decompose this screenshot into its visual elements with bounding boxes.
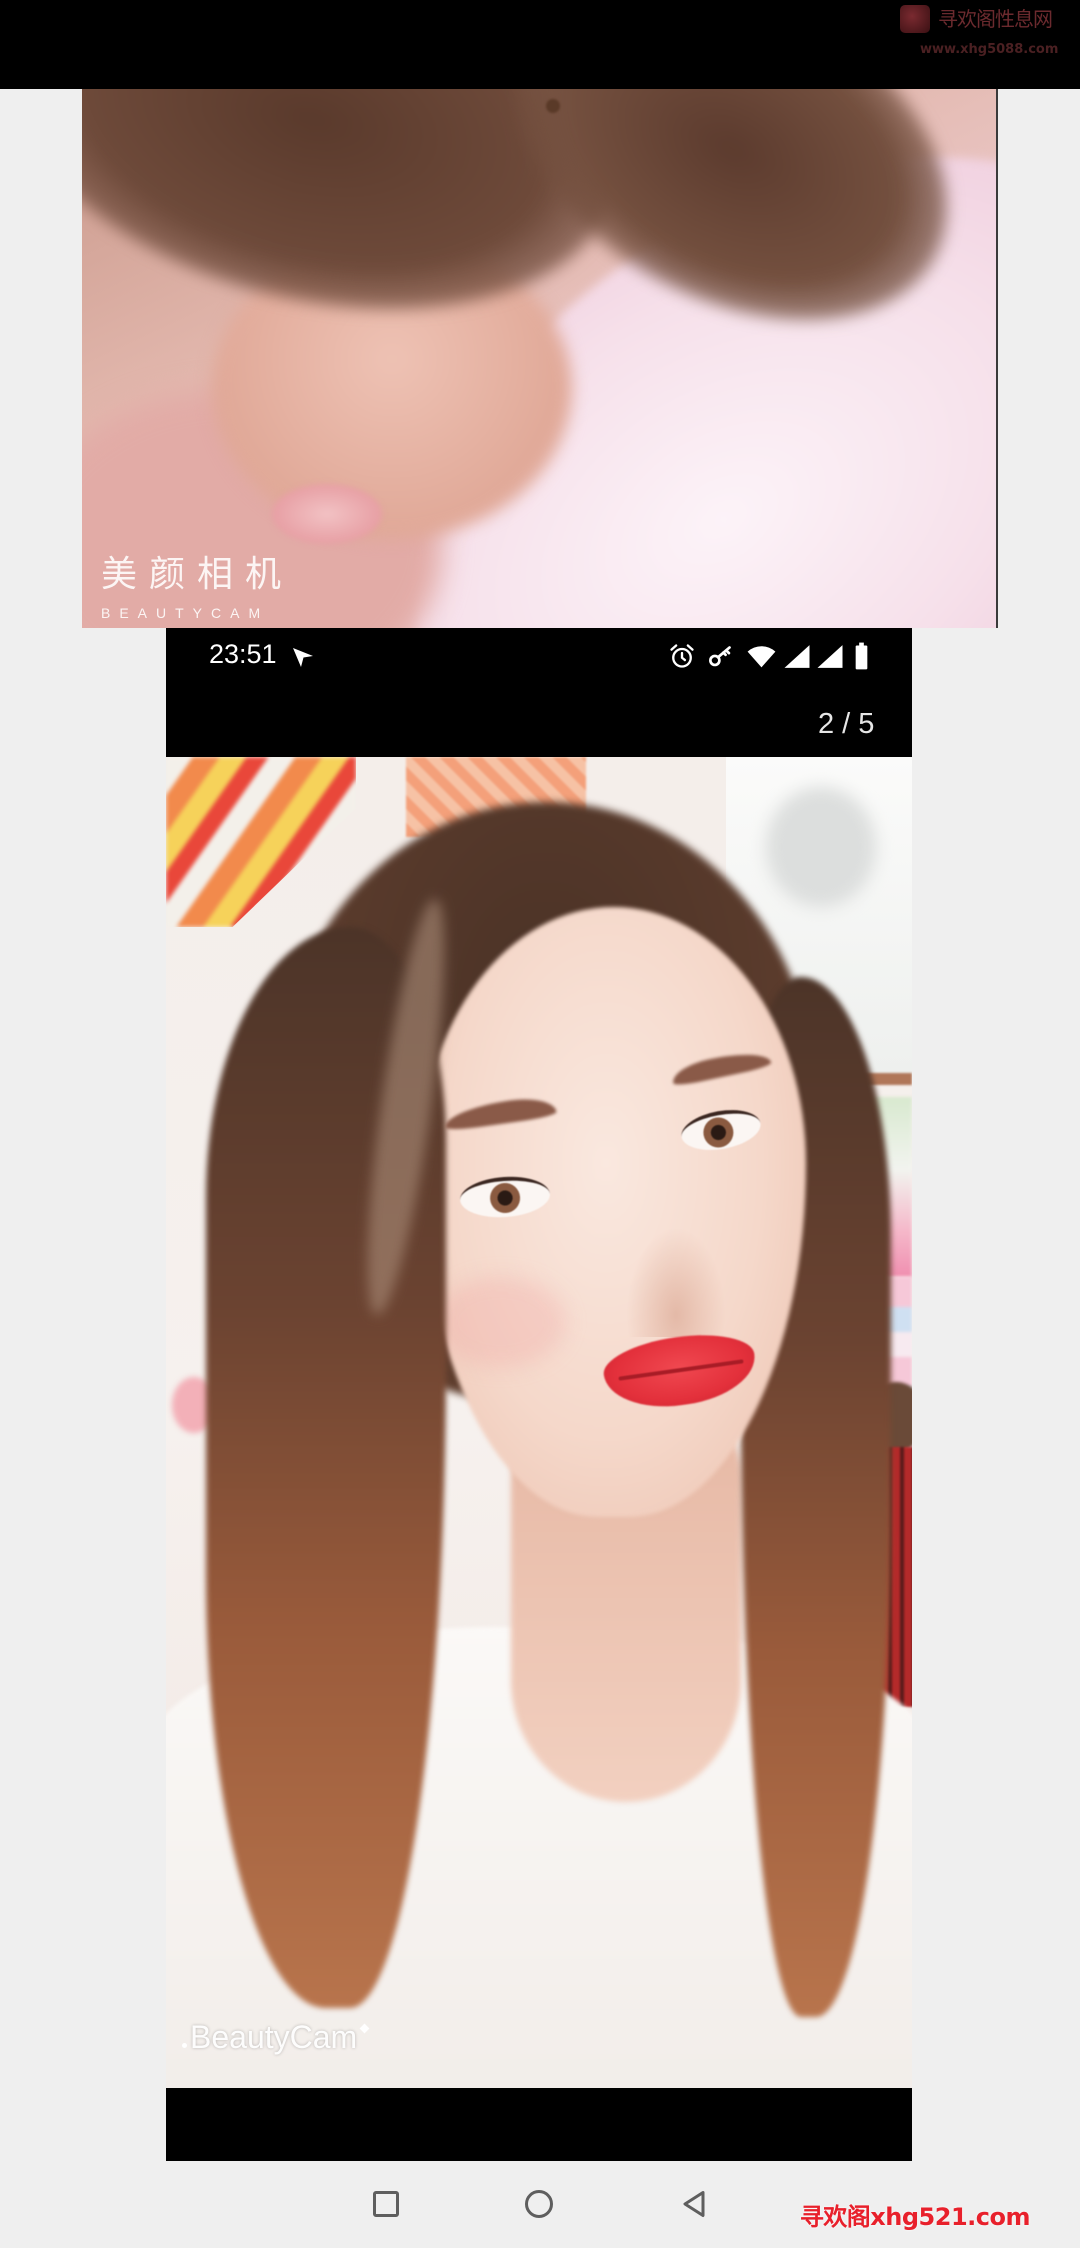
site-logo-icon — [900, 5, 930, 33]
top-photo: 美颜相机 BEAUTYCAM — [82, 89, 998, 628]
selfie-photo: BeautyCam — [166, 757, 912, 2088]
top-bar: 寻欢阁性息网 www.xhg5088.com — [0, 0, 1080, 89]
wifi-icon — [747, 644, 776, 669]
beautycam-watermark: BeautyCam — [182, 2019, 368, 2055]
photo-iris — [701, 1115, 736, 1150]
site-watermark-title: 寻欢阁性息网 — [938, 7, 1053, 31]
photo-blush — [436, 1277, 566, 1367]
beautycam-watermark-en: BEAUTYCAM — [101, 605, 270, 621]
embedded-phone-screenshot: 23:51 2 / 5 BeautyCam — [166, 628, 912, 2161]
image-page-counter: 2 / 5 — [818, 708, 875, 740]
beautycam-watermark-text: BeautyCam — [190, 2019, 358, 2055]
photo-earring — [546, 99, 560, 113]
site-watermark-url: www.xhg5088.com — [920, 42, 1059, 57]
back-icon[interactable] — [682, 2190, 706, 2218]
site-watermark-bottom: 寻欢阁xhg521.com — [799, 2203, 1031, 2231]
status-time: 23:51 — [209, 639, 277, 669]
send-arrow-icon — [291, 645, 315, 669]
key-icon — [707, 643, 734, 670]
signal-icon — [783, 644, 811, 669]
recents-icon[interactable] — [373, 2191, 399, 2217]
battery-icon — [854, 642, 869, 670]
photo-bow — [272, 484, 382, 544]
photo-background-fan — [766, 787, 876, 907]
photo-edge-line — [996, 89, 998, 628]
home-icon[interactable] — [525, 2190, 553, 2218]
signal-icon — [816, 644, 844, 669]
beautycam-watermark-cn: 美颜相机 — [101, 554, 294, 595]
alarm-icon — [668, 642, 696, 670]
photo-background-stripes — [166, 757, 356, 927]
photo-iris — [489, 1181, 522, 1215]
photo-nose — [626, 1227, 726, 1337]
page: 寻欢阁性息网 www.xhg5088.com 美颜相机 BEAUTYCAM 23… — [0, 0, 1080, 2248]
